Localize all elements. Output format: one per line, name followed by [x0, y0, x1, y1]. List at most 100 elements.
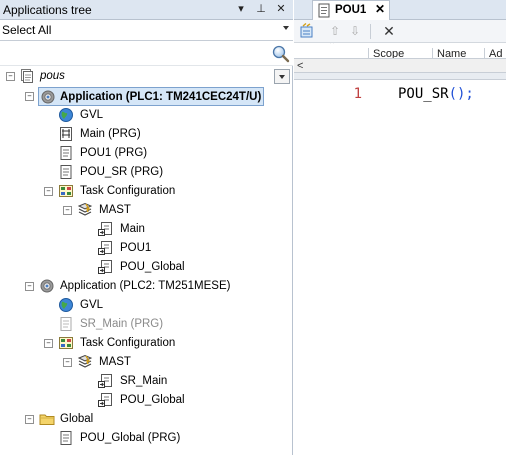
tree-item-main-prg[interactable]: Main (PRG) — [58, 125, 258, 144]
tree-item-label: SR_Main (PRG) — [80, 318, 164, 330]
horizontal-scrollbar[interactable]: < — [294, 59, 506, 73]
tree-item-sr-main-prg[interactable]: SR_Main (PRG) — [58, 315, 258, 334]
document-icon — [60, 431, 72, 445]
panel-header: Applications tree ▾ ⊥ ✕ — [0, 0, 293, 20]
tree-item-label: Main (PRG) — [80, 128, 141, 140]
application-gear-icon — [40, 279, 54, 293]
tree-item-label: Task Configuration — [80, 337, 176, 349]
collapse-icon[interactable] — [25, 282, 34, 291]
tree-item-application-plc1[interactable]: Application (PLC1: TM241CEC24T/U) — [38, 87, 264, 106]
tree-item-task-configuration-plc2[interactable]: Task Configuration — [58, 334, 258, 353]
application-gear-icon — [41, 90, 55, 104]
tree-item-pou-global-prg[interactable]: POU_Global (PRG) — [58, 429, 258, 448]
splitter-handle[interactable] — [294, 73, 506, 80]
tree-item-global-folder[interactable]: Global — [39, 410, 239, 429]
add-variable-icon — [300, 22, 313, 38]
tree-item-label: Task Configuration — [80, 185, 176, 197]
chevron-down-icon[interactable] — [283, 26, 289, 30]
tree-item-root-pous[interactable]: pous — [0, 67, 293, 86]
tree-item-pou-sr-prg[interactable]: POU_SR (PRG) — [58, 163, 258, 182]
declaration-toolbar: ⇧ ⇩ ✕ — [294, 20, 506, 43]
search-bar — [0, 41, 293, 66]
collapse-icon[interactable] — [44, 187, 53, 196]
tree-item-label: POU_SR (PRG) — [80, 166, 164, 178]
tree-item-label: Global — [60, 413, 94, 425]
column-address[interactable]: Ad — [484, 48, 502, 58]
toolbar-divider — [370, 24, 371, 39]
root-dropdown-button[interactable] — [274, 69, 290, 84]
editor-tab-bar: POU1 ✕ — [294, 0, 506, 20]
tree-item-label: MAST — [99, 356, 131, 368]
tree-item-label: Application (PLC1: TM241CEC24T/U) — [60, 91, 262, 103]
column-scope[interactable]: Scope — [368, 48, 404, 58]
close-tab-button[interactable]: ✕ — [375, 2, 385, 16]
tree-item-label: POU1 (PRG) — [80, 147, 148, 159]
code-editor[interactable]: 1 POU_SR(); — [294, 80, 506, 455]
document-icon — [60, 317, 72, 331]
line-number-gutter: 1 — [294, 80, 370, 455]
program-call-icon — [98, 260, 112, 274]
globe-icon — [59, 108, 73, 122]
tree-item-mast-plc2[interactable]: MAST — [77, 353, 257, 372]
tree-item-label: GVL — [80, 299, 104, 311]
document-icon — [60, 165, 72, 179]
tree-item-task-configuration-plc1[interactable]: Task Configuration — [58, 182, 258, 201]
document-icon — [60, 146, 72, 160]
collapse-icon[interactable] — [44, 339, 53, 348]
move-up-button[interactable]: ⇧ — [326, 23, 344, 40]
editor-panel: POU1 ✕ ⇧ ⇩ ✕ ⌃ Scope Name Ad < 1 POU_SR(… — [294, 0, 506, 455]
chevron-down-icon — [279, 75, 285, 79]
tab-pou1[interactable]: POU1 ✕ — [312, 0, 390, 20]
folder-icon — [39, 414, 55, 425]
collapse-icon[interactable] — [63, 358, 72, 367]
close-panel-button[interactable]: ✕ — [273, 1, 289, 18]
delete-button[interactable]: ✕ — [380, 23, 398, 40]
tree-item-label: Application (PLC2: TM251MESE) — [60, 280, 231, 292]
task-stack-icon — [77, 354, 93, 368]
task-config-icon — [59, 185, 73, 197]
tree-item-label: POU_Global — [120, 394, 185, 406]
program-call-icon — [98, 241, 112, 255]
tree-item-label: MAST — [99, 204, 131, 216]
add-variable-button[interactable] — [298, 22, 316, 40]
globe-icon — [59, 298, 73, 312]
panel-title: Applications tree — [3, 3, 92, 17]
tree-item-label: Main — [120, 223, 145, 235]
tree-item-label: POU_Global — [120, 261, 185, 273]
tree-item-call-pou-global-plc1[interactable]: POU_Global — [98, 258, 258, 277]
program-call-icon — [98, 393, 112, 407]
tree-item-application-plc2[interactable]: Application (PLC2: TM251MESE) — [39, 277, 269, 296]
code-line[interactable]: POU_SR(); — [398, 86, 474, 102]
pin-button[interactable]: ⊥ — [253, 1, 269, 18]
move-down-button[interactable]: ⇩ — [346, 23, 364, 40]
scroll-left-icon[interactable]: < — [297, 59, 303, 73]
tree-item-call-pou-global-plc2[interactable]: POU_Global — [98, 391, 258, 410]
panel-menu-button[interactable]: ▾ — [233, 1, 249, 18]
collapse-icon[interactable] — [25, 415, 34, 424]
filter-select[interactable]: Select All — [0, 20, 293, 41]
applications-tree: pous Application (PLC1: TM241CEC24T/U) G… — [0, 66, 293, 455]
search-button[interactable] — [271, 44, 291, 63]
tree-item-mast-plc1[interactable]: MAST — [77, 201, 257, 220]
search-icon — [272, 45, 290, 63]
tree-item-gvl-plc2[interactable]: GVL — [58, 296, 258, 315]
collapse-icon[interactable] — [25, 92, 34, 101]
tree-item-call-sr-main[interactable]: SR_Main — [98, 372, 258, 391]
task-config-icon — [59, 337, 73, 349]
applications-tree-panel: Applications tree ▾ ⊥ ✕ Select All – pou… — [0, 0, 293, 455]
project-icon — [21, 69, 33, 83]
tree-item-label: POU1 — [120, 242, 152, 254]
tree-item-call-pou1[interactable]: POU1 — [98, 239, 258, 258]
code-identifier: POU_SR — [398, 86, 449, 102]
tree-item-label: SR_Main — [120, 375, 168, 387]
line-number: 1 — [353, 86, 362, 102]
task-stack-icon — [77, 202, 93, 216]
collapse-icon[interactable] — [63, 206, 72, 215]
tree-item-pou1-prg[interactable]: POU1 (PRG) — [58, 144, 258, 163]
column-name[interactable]: Name — [432, 48, 466, 58]
collapse-icon[interactable] — [6, 72, 15, 81]
tree-item-call-main[interactable]: Main — [98, 220, 258, 239]
tree-item-label: pous — [40, 70, 65, 82]
tree-item-gvl-plc1[interactable]: GVL — [58, 106, 258, 125]
program-call-icon — [98, 222, 112, 236]
